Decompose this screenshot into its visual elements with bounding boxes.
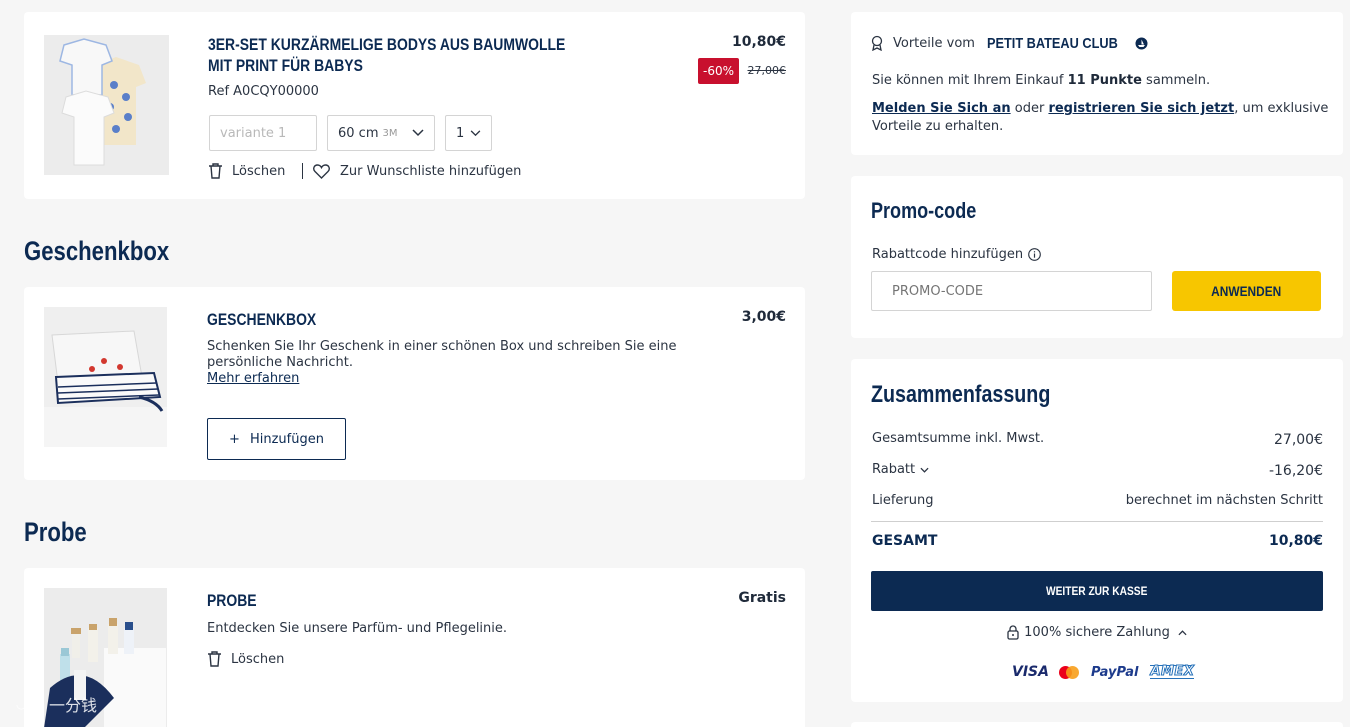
secure-payment-label: 100% sichere Zahlung (1024, 625, 1170, 640)
points-post: sammeln. (1141, 73, 1211, 88)
visa-icon: VISA (1012, 664, 1049, 680)
sample-section-heading: Probe (24, 517, 87, 547)
sample-description: Entdecken Sie unsere Parfüm- und Pflegel… (207, 621, 508, 636)
checkout-label: Weiter zur Kasse (1046, 584, 1148, 598)
sample-delete-button[interactable]: Löschen (207, 650, 284, 668)
discount-toggle[interactable]: Rabatt (872, 462, 929, 477)
chevron-down-icon (470, 126, 481, 141)
chevron-up-icon (1178, 629, 1187, 636)
chevron-down-icon (920, 467, 929, 473)
variant-select[interactable]: variante 1 (209, 115, 317, 151)
product-title-line1[interactable]: 3er-Set kurzärmelige Bodys aus Baumwolle (208, 34, 565, 55)
club-prefix: Vorteile vom (893, 35, 975, 51)
giftbox-add-label: Hinzufügen (249, 431, 324, 447)
summary-row-value: berechnet im nächsten Schritt (1125, 493, 1323, 508)
product-delete-button[interactable]: Löschen (208, 162, 285, 180)
delete-label: Löschen (232, 163, 286, 179)
club-benefits-line2: Vorteile zu erhalten. (872, 119, 1004, 134)
points-pre: Sie können mit Ihrem Einkauf (872, 73, 1068, 88)
register-link[interactable]: registrieren Sie sich jetzt (1048, 101, 1234, 116)
promo-card: Promo-code Rabattcode hinzufügen Anwende… (851, 176, 1343, 338)
giftbox-price: 3,00€ (741, 309, 786, 325)
amex-icon: AMEX (1150, 664, 1195, 679)
trash-icon (208, 163, 223, 179)
giftbox-description-line1: Schenken Sie Ihr Geschenk in einer schön… (207, 339, 677, 354)
boat-icon (1135, 37, 1148, 50)
payment-methods: VISA PayPal AMEX (1012, 662, 1195, 682)
club-benefits-text: Melden Sie Sich an oder registrieren Sie… (872, 101, 1328, 116)
discount-badge: -60% (698, 58, 739, 84)
club-points-text: Sie können mit Ihrem Einkauf 11 Punkte s… (872, 73, 1210, 88)
watermark: ◡◡ 一分钱 (16, 692, 97, 716)
info-icon[interactable] (1028, 248, 1041, 261)
secure-payment-toggle[interactable]: 100% sichere Zahlung (851, 625, 1343, 640)
trash-icon (207, 651, 222, 667)
next-card-edge (851, 722, 1343, 727)
apply-promo-label: Anwenden (1211, 283, 1282, 299)
checkout-button[interactable]: Weiter zur Kasse (871, 571, 1323, 611)
lock-icon (1007, 625, 1019, 640)
product-ref: Ref A0CQY00000 (208, 84, 319, 99)
divider (302, 163, 303, 179)
variant-placeholder: variante 1 (220, 125, 287, 141)
quantity-select[interactable]: 1 (445, 115, 492, 151)
watermark-text: 一分钱 (48, 696, 97, 715)
giftbox-image (44, 307, 167, 447)
giftbox-add-button[interactable]: + Hinzufügen (207, 418, 346, 460)
promo-code-input[interactable] (871, 271, 1152, 311)
sample-price: Gratis (738, 590, 786, 606)
sample-delete-label: Löschen (231, 651, 285, 667)
quantity-value: 1 (456, 125, 465, 141)
plus-icon: + (229, 431, 240, 447)
size-tag: 3M (382, 127, 398, 139)
giftbox-more-link[interactable]: Mehr erfahren (207, 371, 299, 386)
total-label: GESAMT (872, 533, 938, 549)
product-image[interactable] (44, 35, 169, 175)
giftbox-card: Geschenkbox 3,00€ Schenken Sie Ihr Gesch… (24, 287, 805, 480)
size-value: 60 cm (338, 125, 379, 141)
login-link[interactable]: Melden Sie Sich an (872, 101, 1011, 116)
points-bold: 11 Punkte (1067, 73, 1142, 88)
apply-promo-button[interactable]: Anwenden (1172, 271, 1321, 311)
club-card: Vorteile vom PETIT BATEAU CLUB Sie könne… (851, 12, 1343, 155)
product-card: 3er-Set kurzärmelige Bodys aus Baumwolle… (24, 12, 805, 199)
summary-row-value: 27,00€ (1274, 432, 1323, 448)
club-brand: PETIT BATEAU CLUB (986, 34, 1118, 52)
summary-divider (871, 521, 1323, 522)
sample-title: Probe (207, 591, 257, 610)
heart-icon (313, 163, 330, 179)
total-value: 10,80€ (1268, 533, 1323, 549)
product-title-line2[interactable]: mit Print für Babys (208, 55, 565, 76)
paypal-icon: PayPal (1090, 664, 1139, 680)
giftbox-section-heading: Geschenkbox (24, 236, 170, 266)
giftbox-title: Geschenkbox (207, 310, 317, 329)
promo-heading: Promo-code (871, 198, 977, 223)
summary-heading: Zusammenfassung (871, 381, 1051, 408)
reward-icon (870, 35, 884, 51)
summary-card: Zusammenfassung Gesamtsumme inkl. Mwst. … (851, 359, 1343, 702)
sample-card: Probe Gratis Entdecken Sie unsere Parfüm… (24, 568, 805, 727)
giftbox-description-line2: persönliche Nachricht. (207, 355, 353, 370)
summary-row-label: Rabatt (872, 462, 916, 477)
or-text: oder (1010, 101, 1049, 116)
benefits-post: , um exklusive (1234, 101, 1329, 116)
old-price: 27,00€ (747, 64, 787, 77)
summary-row-value: -16,20€ (1268, 463, 1323, 479)
wishlist-label: Zur Wunschliste hinzufügen (340, 163, 522, 179)
product-price: 10,80€ (731, 34, 786, 50)
wishlist-button[interactable]: Zur Wunschliste hinzufügen (313, 162, 521, 180)
size-select[interactable]: 60 cm 3M (327, 115, 435, 151)
summary-row-label: Gesamtsumme inkl. Mwst. (872, 431, 1045, 446)
watermark-icon: ◡◡ (16, 697, 37, 711)
promo-label: Rabattcode hinzufügen (872, 247, 1024, 262)
chevron-down-icon (412, 126, 424, 141)
summary-row-label: Lieferung (872, 493, 934, 508)
mastercard-icon (1058, 665, 1079, 679)
